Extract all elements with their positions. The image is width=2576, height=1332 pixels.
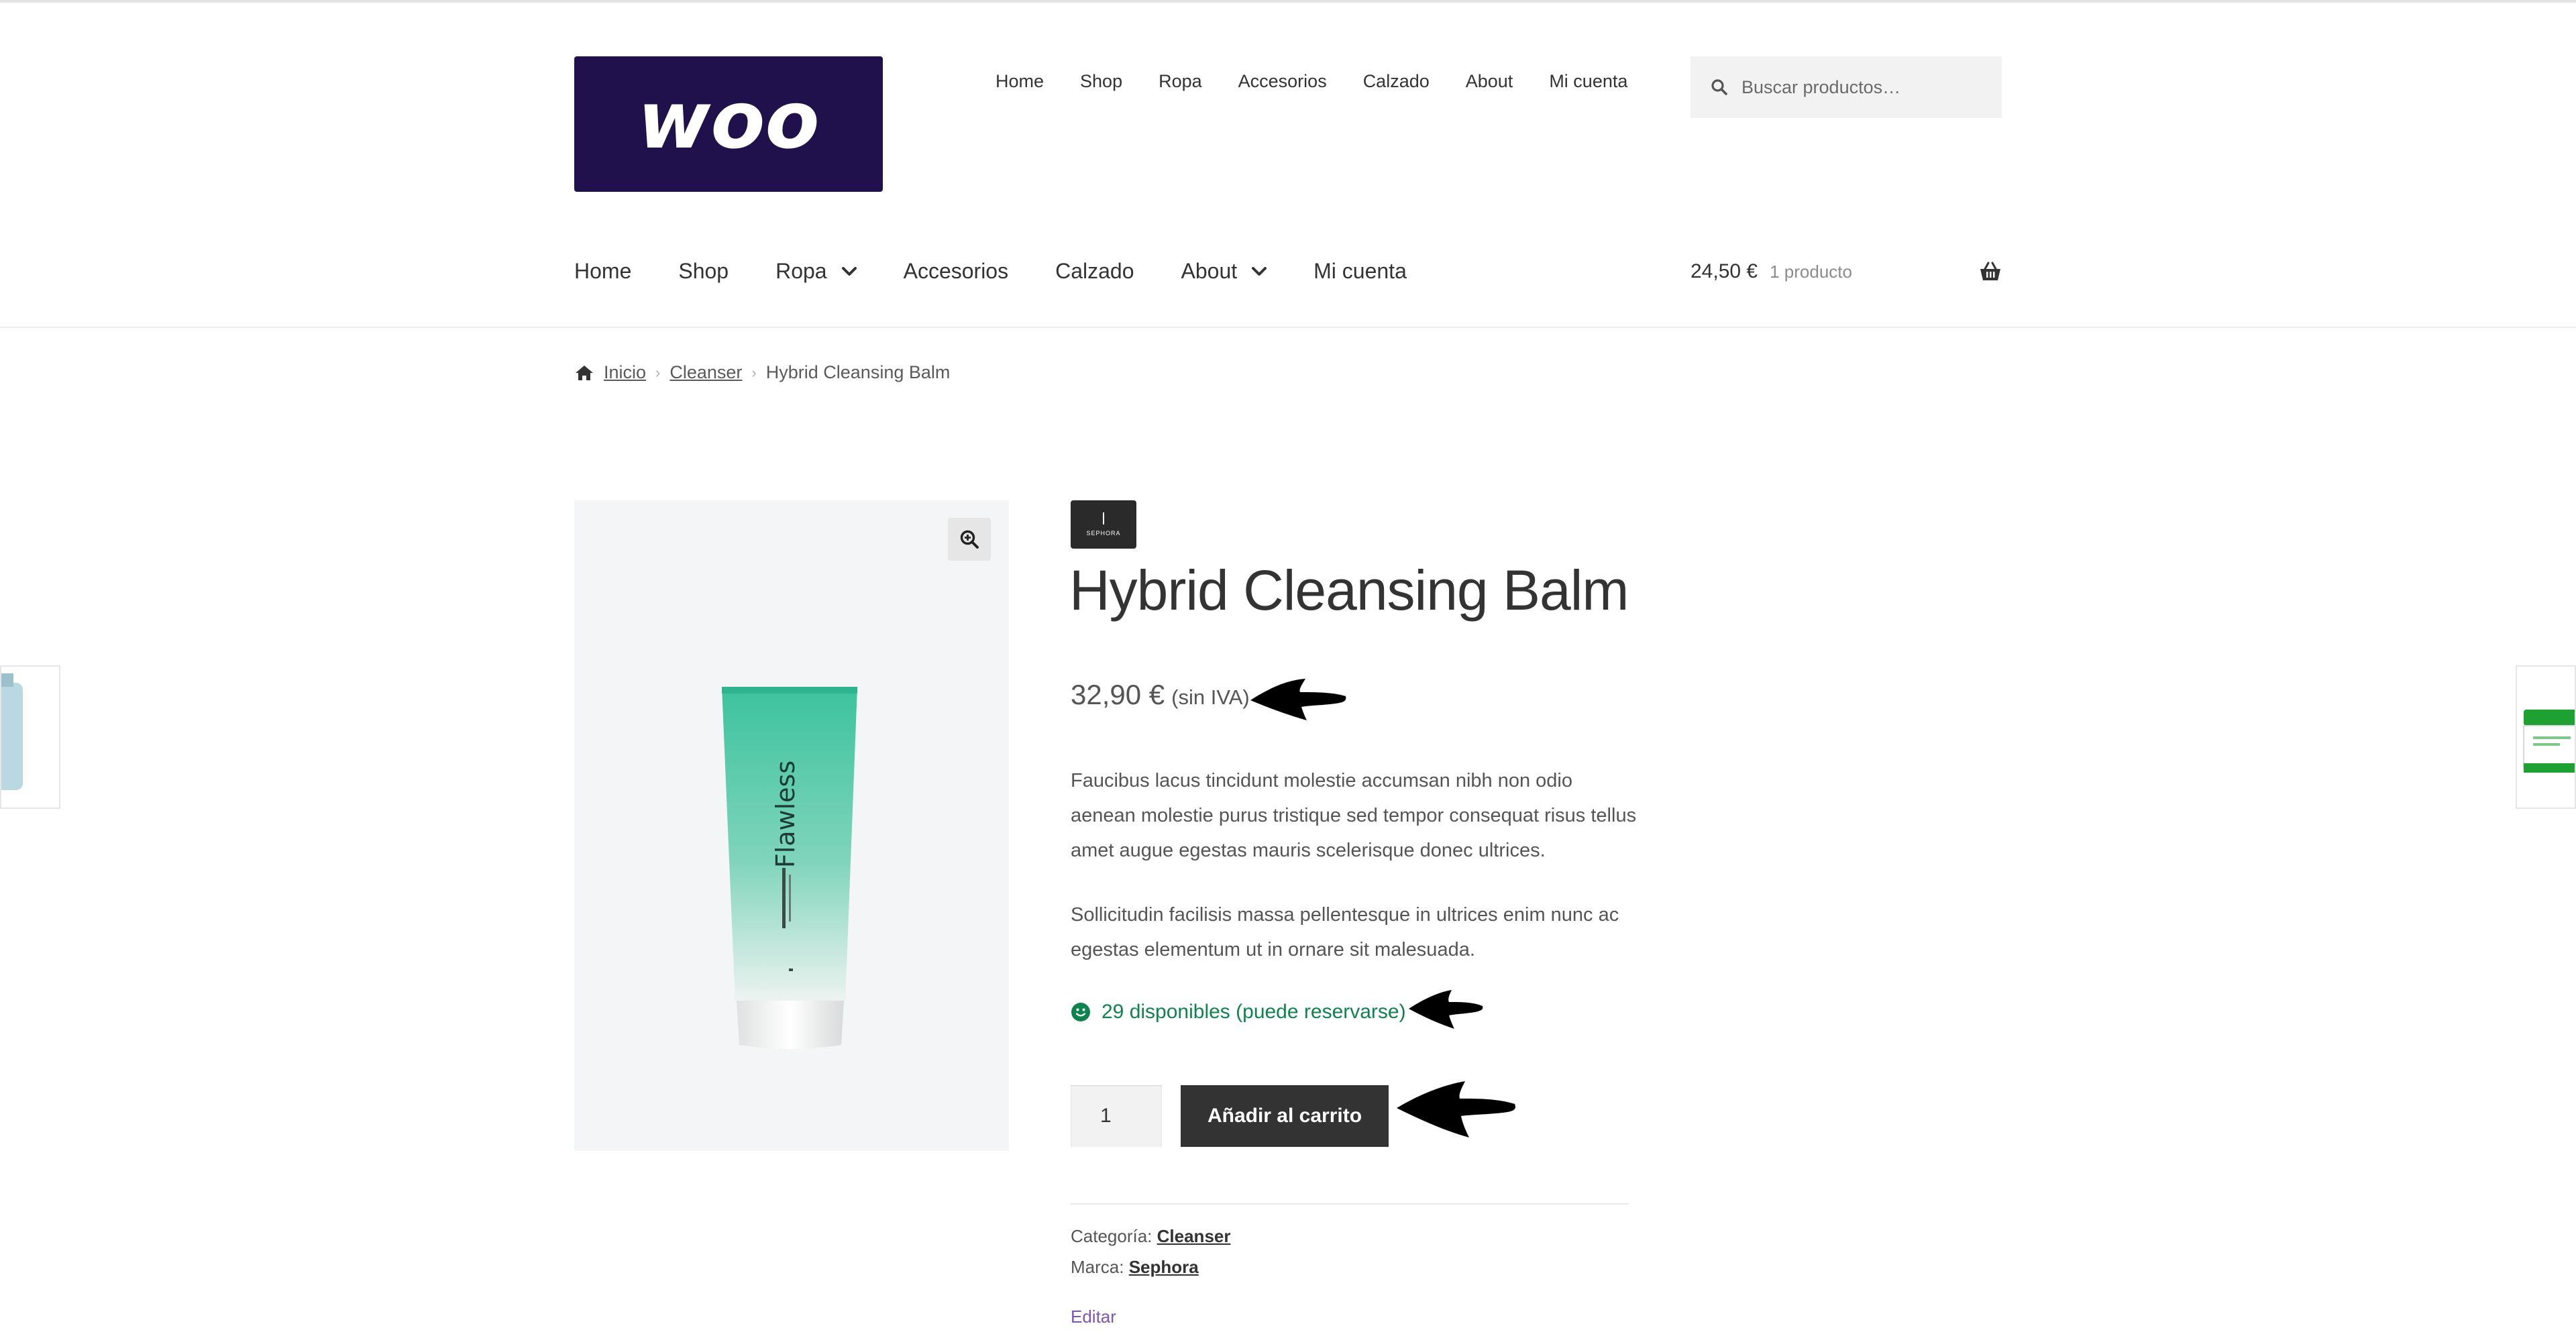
breadcrumb-inicio[interactable]: Inicio: [604, 362, 646, 383]
edit-link[interactable]: Editar: [1071, 1307, 1116, 1327]
annotation-arrow-icon: [1250, 679, 1346, 720]
basket-icon: [1980, 262, 2000, 280]
search-input[interactable]: Buscar productos…: [1690, 56, 2002, 118]
product-description: Faucibus lacus tincidunt molestie accums…: [1071, 770, 1637, 861]
smile-icon: [1071, 1003, 1090, 1021]
category-label: Categoría:: [1071, 1226, 1152, 1246]
nav-about[interactable]: About: [1181, 259, 1267, 284]
secondary-nav-mi-cuenta[interactable]: Mi cuenta: [1549, 71, 1627, 92]
secondary-nav-accesorios[interactable]: Accesorios: [1238, 71, 1327, 92]
chevron-down-icon[interactable]: [841, 266, 857, 276]
cart-amount: 24,50 €: [1690, 260, 1758, 282]
quantity-input[interactable]: [1071, 1085, 1162, 1147]
add-to-cart-button[interactable]: Añadir al carrito: [1181, 1085, 1389, 1147]
price-suffix: (sin IVA): [1171, 685, 1250, 709]
nav-shop[interactable]: Shop: [678, 259, 729, 284]
site-logo[interactable]: woo: [574, 56, 883, 192]
nav-home[interactable]: Home: [574, 259, 631, 284]
logo-text: woo: [637, 74, 819, 166]
nav-accesorios-label: Accesorios: [903, 259, 1009, 283]
nav-accesorios[interactable]: Accesorios: [904, 259, 1009, 284]
header-divider: [0, 327, 2576, 328]
search-placeholder: Buscar productos…: [1741, 76, 1901, 97]
nav-ropa[interactable]: Ropa: [775, 259, 857, 284]
product-category: Categoría: Cleanser: [1071, 1226, 1230, 1247]
brand-badge-text: SEPHORA: [1086, 530, 1121, 537]
breadcrumb-separator: ›: [655, 364, 661, 381]
nav-home-label: Home: [574, 259, 632, 283]
secondary-nav-shop[interactable]: Shop: [1080, 71, 1122, 92]
bottle-icon: [1, 673, 23, 790]
top-border: [0, 0, 2576, 3]
zoom-button[interactable]: [948, 518, 991, 561]
woo-logo-icon: woo: [637, 74, 819, 166]
product-title: Hybrid Cleansing Balm: [1069, 559, 1629, 622]
cart-count: 1 producto: [1770, 261, 1852, 282]
previous-product-thumbnail[interactable]: [0, 665, 60, 809]
brand-label: Marca:: [1071, 1257, 1124, 1277]
search-icon: [1711, 79, 1727, 95]
nav-shop-label: Shop: [678, 259, 729, 283]
nav-calzado-label: Calzado: [1055, 259, 1134, 283]
next-product-thumbnail[interactable]: [2516, 665, 2576, 809]
zoom-in-icon: [960, 530, 979, 549]
category-link[interactable]: Cleanser: [1157, 1226, 1231, 1246]
mini-cart[interactable]: 24,50 € 1 producto: [1690, 260, 2002, 283]
product-image[interactable]: Flawless: [720, 687, 863, 1049]
nav-mi-cuenta-label: Mi cuenta: [1313, 259, 1407, 283]
nav-ropa-label: Ropa: [775, 259, 827, 283]
meta-divider: [1071, 1203, 1629, 1205]
annotation-arrow-icon: [1397, 1081, 1515, 1137]
chevron-down-icon[interactable]: [1252, 266, 1267, 276]
breadcrumb-current: Hybrid Cleansing Balm: [765, 362, 951, 382]
brand-badge[interactable]: SEPHORA: [1071, 500, 1136, 549]
secondary-nav-calzado[interactable]: Calzado: [1363, 71, 1430, 92]
product-brand: Marca: Sephora: [1071, 1257, 1199, 1278]
breadcrumb: Inicio › Cleanser › Hybrid Cleansing Bal…: [574, 362, 950, 383]
product-description: Sollicitudin facilisis massa pellentesqu…: [1071, 904, 1619, 960]
nav-about-label: About: [1181, 259, 1238, 283]
product-gallery: Flawless: [574, 500, 1009, 1151]
jar-icon: [2523, 710, 2575, 773]
annotation-arrow-icon: [1409, 990, 1483, 1029]
secondary-nav-about[interactable]: About: [1466, 71, 1513, 92]
nav-calzado[interactable]: Calzado: [1055, 259, 1134, 284]
stock-status: 29 disponibles (puede reservarse): [1071, 1001, 1406, 1023]
primary-nav: Home Shop Ropa Accesorios Calzado About …: [574, 259, 1407, 284]
breadcrumb-separator: ›: [751, 364, 757, 381]
tube-brand-text: Flawless: [771, 761, 800, 868]
stock-text: 29 disponibles (puede reservarse): [1102, 1001, 1406, 1023]
secondary-nav-home[interactable]: Home: [996, 71, 1044, 92]
breadcrumb-cleanser[interactable]: Cleanser: [669, 362, 742, 383]
product-price: 32,90 € (sin IVA): [1071, 679, 1250, 711]
secondary-nav: Home Shop Ropa Accesorios Calzado About …: [996, 71, 1627, 92]
home-icon: [576, 365, 593, 380]
brand-mark-icon: [1103, 512, 1104, 524]
brand-link[interactable]: Sephora: [1129, 1257, 1199, 1277]
nav-mi-cuenta[interactable]: Mi cuenta: [1313, 259, 1407, 284]
secondary-nav-ropa[interactable]: Ropa: [1159, 71, 1202, 92]
price-amount: 32,90 €: [1071, 679, 1165, 710]
